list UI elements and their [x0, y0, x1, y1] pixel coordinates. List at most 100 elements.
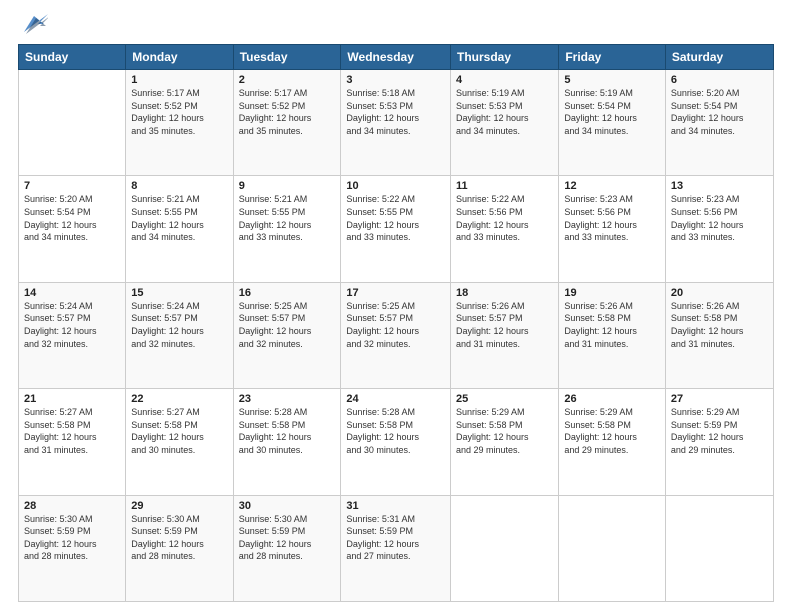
column-header-sunday: Sunday [19, 45, 126, 70]
day-cell: 21Sunrise: 5:27 AM Sunset: 5:58 PM Dayli… [19, 389, 126, 495]
day-cell: 27Sunrise: 5:29 AM Sunset: 5:59 PM Dayli… [665, 389, 773, 495]
day-number: 14 [24, 287, 120, 299]
day-cell: 29Sunrise: 5:30 AM Sunset: 5:59 PM Dayli… [126, 495, 233, 601]
day-number: 30 [239, 500, 336, 512]
calendar-table: SundayMondayTuesdayWednesdayThursdayFrid… [18, 44, 774, 602]
column-header-friday: Friday [559, 45, 666, 70]
day-number: 11 [456, 180, 553, 192]
day-info: Sunrise: 5:26 AM Sunset: 5:57 PM Dayligh… [456, 300, 553, 350]
day-number: 31 [346, 500, 445, 512]
day-number: 15 [131, 287, 227, 299]
day-info: Sunrise: 5:18 AM Sunset: 5:53 PM Dayligh… [346, 87, 445, 137]
day-cell: 2Sunrise: 5:17 AM Sunset: 5:52 PM Daylig… [233, 70, 341, 176]
day-cell: 13Sunrise: 5:23 AM Sunset: 5:56 PM Dayli… [665, 176, 773, 282]
day-cell: 4Sunrise: 5:19 AM Sunset: 5:53 PM Daylig… [451, 70, 559, 176]
day-info: Sunrise: 5:23 AM Sunset: 5:56 PM Dayligh… [671, 193, 768, 243]
day-info: Sunrise: 5:19 AM Sunset: 5:53 PM Dayligh… [456, 87, 553, 137]
day-number: 21 [24, 393, 120, 405]
day-cell: 14Sunrise: 5:24 AM Sunset: 5:57 PM Dayli… [19, 282, 126, 388]
day-cell [19, 70, 126, 176]
day-number: 18 [456, 287, 553, 299]
day-cell: 25Sunrise: 5:29 AM Sunset: 5:58 PM Dayli… [451, 389, 559, 495]
day-number: 12 [564, 180, 660, 192]
column-header-wednesday: Wednesday [341, 45, 451, 70]
day-info: Sunrise: 5:31 AM Sunset: 5:59 PM Dayligh… [346, 513, 445, 563]
header [18, 16, 774, 36]
day-cell: 15Sunrise: 5:24 AM Sunset: 5:57 PM Dayli… [126, 282, 233, 388]
day-info: Sunrise: 5:24 AM Sunset: 5:57 PM Dayligh… [131, 300, 227, 350]
day-number: 19 [564, 287, 660, 299]
day-number: 26 [564, 393, 660, 405]
day-cell: 31Sunrise: 5:31 AM Sunset: 5:59 PM Dayli… [341, 495, 451, 601]
day-cell: 24Sunrise: 5:28 AM Sunset: 5:58 PM Dayli… [341, 389, 451, 495]
day-number: 17 [346, 287, 445, 299]
day-cell: 3Sunrise: 5:18 AM Sunset: 5:53 PM Daylig… [341, 70, 451, 176]
day-info: Sunrise: 5:25 AM Sunset: 5:57 PM Dayligh… [239, 300, 336, 350]
day-cell: 18Sunrise: 5:26 AM Sunset: 5:57 PM Dayli… [451, 282, 559, 388]
day-cell: 12Sunrise: 5:23 AM Sunset: 5:56 PM Dayli… [559, 176, 666, 282]
day-info: Sunrise: 5:26 AM Sunset: 5:58 PM Dayligh… [671, 300, 768, 350]
day-number: 16 [239, 287, 336, 299]
day-cell: 11Sunrise: 5:22 AM Sunset: 5:56 PM Dayli… [451, 176, 559, 282]
day-number: 8 [131, 180, 227, 192]
calendar-page: SundayMondayTuesdayWednesdayThursdayFrid… [0, 0, 792, 612]
day-info: Sunrise: 5:27 AM Sunset: 5:58 PM Dayligh… [24, 406, 120, 456]
day-info: Sunrise: 5:23 AM Sunset: 5:56 PM Dayligh… [564, 193, 660, 243]
day-cell: 26Sunrise: 5:29 AM Sunset: 5:58 PM Dayli… [559, 389, 666, 495]
day-info: Sunrise: 5:29 AM Sunset: 5:59 PM Dayligh… [671, 406, 768, 456]
day-number: 3 [346, 74, 445, 86]
logo [18, 16, 48, 36]
day-info: Sunrise: 5:20 AM Sunset: 5:54 PM Dayligh… [671, 87, 768, 137]
day-info: Sunrise: 5:22 AM Sunset: 5:55 PM Dayligh… [346, 193, 445, 243]
day-info: Sunrise: 5:30 AM Sunset: 5:59 PM Dayligh… [24, 513, 120, 563]
day-info: Sunrise: 5:21 AM Sunset: 5:55 PM Dayligh… [131, 193, 227, 243]
day-cell: 8Sunrise: 5:21 AM Sunset: 5:55 PM Daylig… [126, 176, 233, 282]
day-number: 27 [671, 393, 768, 405]
day-cell: 6Sunrise: 5:20 AM Sunset: 5:54 PM Daylig… [665, 70, 773, 176]
day-info: Sunrise: 5:27 AM Sunset: 5:58 PM Dayligh… [131, 406, 227, 456]
day-info: Sunrise: 5:25 AM Sunset: 5:57 PM Dayligh… [346, 300, 445, 350]
day-info: Sunrise: 5:29 AM Sunset: 5:58 PM Dayligh… [564, 406, 660, 456]
day-number: 9 [239, 180, 336, 192]
day-info: Sunrise: 5:17 AM Sunset: 5:52 PM Dayligh… [239, 87, 336, 137]
day-cell: 1Sunrise: 5:17 AM Sunset: 5:52 PM Daylig… [126, 70, 233, 176]
day-info: Sunrise: 5:24 AM Sunset: 5:57 PM Dayligh… [24, 300, 120, 350]
day-cell [665, 495, 773, 601]
day-cell: 16Sunrise: 5:25 AM Sunset: 5:57 PM Dayli… [233, 282, 341, 388]
column-headers: SundayMondayTuesdayWednesdayThursdayFrid… [19, 45, 774, 70]
day-number: 1 [131, 74, 227, 86]
day-cell: 23Sunrise: 5:28 AM Sunset: 5:58 PM Dayli… [233, 389, 341, 495]
week-row-1: 1 Sunrise: 5:17 AM Sunset: 5:52 PM Daylig… [19, 70, 774, 176]
day-info: Sunrise: 5:28 AM Sunset: 5:58 PM Dayligh… [346, 406, 445, 456]
day-number: 28 [24, 500, 120, 512]
day-cell: 30Sunrise: 5:30 AM Sunset: 5:59 PM Dayli… [233, 495, 341, 601]
day-number: 6 [671, 74, 768, 86]
day-number: 24 [346, 393, 445, 405]
day-number: 23 [239, 393, 336, 405]
day-number: 7 [24, 180, 120, 192]
day-number: 22 [131, 393, 227, 405]
day-cell: 10Sunrise: 5:22 AM Sunset: 5:55 PM Dayli… [341, 176, 451, 282]
day-info: Sunrise: 5:20 AM Sunset: 5:54 PM Dayligh… [24, 193, 120, 243]
day-cell: 5Sunrise: 5:19 AM Sunset: 5:54 PM Daylig… [559, 70, 666, 176]
day-info: Sunrise: 5:22 AM Sunset: 5:56 PM Dayligh… [456, 193, 553, 243]
day-number: 25 [456, 393, 553, 405]
column-header-tuesday: Tuesday [233, 45, 341, 70]
day-cell: 28Sunrise: 5:30 AM Sunset: 5:59 PM Dayli… [19, 495, 126, 601]
week-row-2: 7Sunrise: 5:20 AM Sunset: 5:54 PM Daylig… [19, 176, 774, 282]
week-row-5: 28Sunrise: 5:30 AM Sunset: 5:59 PM Dayli… [19, 495, 774, 601]
day-number: 13 [671, 180, 768, 192]
day-cell: 22Sunrise: 5:27 AM Sunset: 5:58 PM Dayli… [126, 389, 233, 495]
day-cell: 7Sunrise: 5:20 AM Sunset: 5:54 PM Daylig… [19, 176, 126, 282]
day-cell [559, 495, 666, 601]
day-number: 20 [671, 287, 768, 299]
day-cell: 20Sunrise: 5:26 AM Sunset: 5:58 PM Dayli… [665, 282, 773, 388]
day-cell [451, 495, 559, 601]
column-header-monday: Monday [126, 45, 233, 70]
day-number: 2 [239, 74, 336, 86]
week-row-4: 21Sunrise: 5:27 AM Sunset: 5:58 PM Dayli… [19, 389, 774, 495]
day-info: Sunrise: 5:30 AM Sunset: 5:59 PM Dayligh… [239, 513, 336, 563]
column-header-saturday: Saturday [665, 45, 773, 70]
day-number: 4 [456, 74, 553, 86]
day-cell: 9Sunrise: 5:21 AM Sunset: 5:55 PM Daylig… [233, 176, 341, 282]
